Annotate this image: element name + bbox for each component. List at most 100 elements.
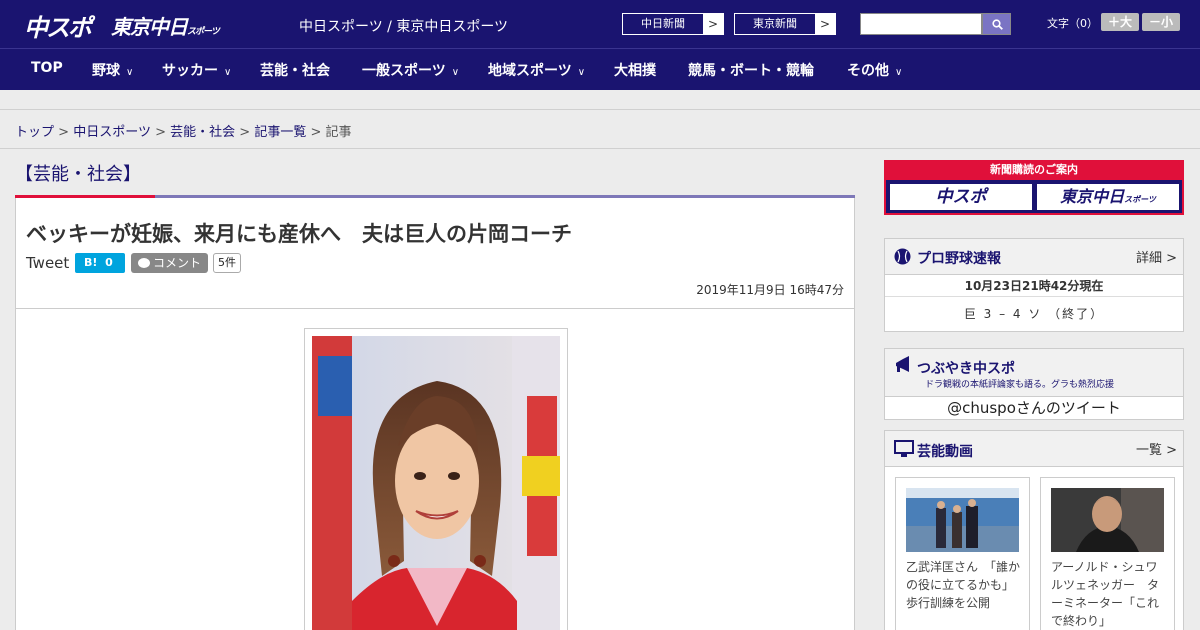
article-divider [16, 308, 854, 309]
tokyo-shimbun-link[interactable]: 東京新聞 > [734, 13, 836, 35]
tsubuyaki-widget-title: つぶやき中スポ [917, 361, 1015, 377]
video-card[interactable]: 乙武洋匡さん 「誰かの役に立てるかも」歩行訓練を公開 [895, 477, 1030, 630]
breadcrumb-separator: > [58, 125, 70, 140]
tokyo-chunichi-subscribe-label: 東京中日 [1060, 187, 1125, 206]
breadcrumb-divider [0, 148, 1200, 149]
nav-item-label: 競馬・ボート・競輪 [688, 63, 814, 79]
top-header: 中スポ 東京中日スポーツ 中日スポーツ / 東京中日スポーツ 中日新聞 > 東京… [0, 0, 1200, 48]
tokyo-chunichi-subscribe-small: スポーツ [1124, 195, 1156, 204]
tokyo-shimbun-label: 東京新聞 [753, 17, 797, 30]
hatena-count: 0 [105, 256, 113, 269]
search-button[interactable] [982, 13, 1011, 35]
site-names: 中日スポーツ / 東京中日スポーツ [299, 19, 509, 35]
nav-item-soccer[interactable]: サッカー ∨ [162, 60, 231, 80]
tokyo-chunichi-logo[interactable]: 東京中日スポーツ [111, 11, 220, 40]
megaphone-icon [896, 356, 909, 372]
subscription-promo-title: 新聞購読のご案内 [886, 160, 1182, 180]
video-card[interactable]: アーノルド・シュワルツェネッガー ターミネーター「これで終わり」 [1040, 477, 1175, 630]
nav-item-baseball[interactable]: 野球 ∨ [92, 60, 133, 80]
chuspo-logo[interactable]: 中スポ [24, 8, 92, 43]
baseball-update-time: 10月23日21時42分現在 [885, 275, 1183, 297]
entertainment-video-widget: 芸能動画 一覧 > 乙武洋匡さん 「誰かの役に立てるかも」歩行訓練を公開 アーノ… [884, 430, 1184, 630]
chevron-down-icon: ∨ [126, 67, 134, 78]
chevron-right-icon: > [815, 14, 835, 34]
tsubuyaki-tweets-link[interactable]: @chuspoさんのツイート [885, 397, 1183, 419]
baseball-icon [894, 248, 911, 265]
video-caption: アーノルド・シュワルツェネッガー ターミネーター「これで終わり」 [1051, 560, 1160, 628]
nav-item-label: 野球 [92, 63, 120, 79]
tweet-button[interactable]: Tweet [26, 254, 69, 272]
chuspo-subscribe-button[interactable]: 中スポ [889, 183, 1033, 211]
baseball-details-link[interactable]: 詳細 > [1136, 247, 1177, 266]
breadcrumb-separator: > [155, 125, 166, 140]
portrait-photo-image [312, 336, 560, 630]
section-heading: 【芸能・社会】 [15, 164, 141, 185]
search-input[interactable] [860, 13, 982, 35]
tokyo-chunichi-subscribe-button[interactable]: 東京中日スポーツ [1036, 183, 1180, 211]
video-thumbnail [906, 488, 1019, 552]
nav-item-label: 大相撲 [614, 63, 656, 79]
nav-item-label: 地域スポーツ [488, 63, 572, 79]
nav-item-label: 一般スポーツ [362, 63, 446, 79]
header-strip [0, 90, 1200, 110]
chevron-down-icon: ∨ [895, 67, 903, 78]
font-size-label: 文字（0） [1047, 17, 1098, 30]
article-photo-frame [304, 328, 568, 630]
hatena-icon: B! [84, 256, 98, 269]
font-smaller-button[interactable]: －小 [1142, 13, 1180, 31]
chevron-down-icon: ∨ [451, 67, 460, 78]
comment-bubble-icon [138, 258, 150, 268]
video-thumbnail-image [1051, 488, 1164, 552]
nav-item-other[interactable]: その他 ∨ [847, 60, 902, 80]
breadcrumb-top[interactable]: トップ [15, 125, 54, 140]
comment-label: コメント [153, 256, 202, 270]
breadcrumb-entertainment[interactable]: 芸能・社会 [170, 125, 235, 140]
nav-item-top[interactable]: TOP [31, 60, 63, 76]
chunichi-shimbun-link[interactable]: 中日新聞 > [622, 13, 724, 35]
video-thumbnail-image [906, 488, 1019, 552]
video-thumbnail [1051, 488, 1164, 552]
main-nav: TOP 野球 ∨ サッカー ∨ 芸能・社会 一般スポーツ ∨ 地域スポーツ ∨ 大相撲 … [0, 48, 1200, 90]
video-widget-title: 芸能動画 [917, 444, 973, 460]
font-larger-button[interactable]: ＋大 [1101, 13, 1139, 31]
video-list-link[interactable]: 一覧 > [1136, 439, 1177, 458]
breadcrumb-current: 記事 [325, 125, 352, 140]
breadcrumb-chunichi-sports[interactable]: 中日スポーツ [73, 125, 151, 140]
nav-item-label: その他 [847, 63, 889, 79]
nav-item-label: TOP [31, 60, 63, 76]
baseball-score[interactable]: 巨 3 – 4 ソ （終了） [885, 297, 1183, 331]
nav-item-sumo[interactable]: 大相撲 [614, 60, 656, 80]
article-date: 2019年11月9日 16時47分 [696, 283, 844, 297]
breadcrumb: トップ > 中日スポーツ > 芸能・社会 > 記事一覧 > 記事 [15, 121, 352, 140]
nav-item-racing[interactable]: 競馬・ボート・競輪 [688, 60, 814, 80]
video-caption: 乙武洋匡さん 「誰かの役に立てるかも」歩行訓練を公開 [906, 560, 1021, 610]
article-photo[interactable] [312, 336, 560, 630]
tsubuyaki-widget-subtitle: ドラ観戦の本紙評論家も語る。グラも熱烈応援 [925, 380, 1115, 390]
tsubuyaki-widget: つぶやき中スポ ドラ観戦の本紙評論家も語る。グラも熱烈応援 @chuspoさんの… [884, 348, 1184, 420]
search-icon [992, 19, 1003, 30]
chevron-down-icon: ∨ [577, 67, 586, 78]
nav-item-label: サッカー [162, 63, 218, 79]
comment-button[interactable]: コメント [131, 253, 208, 273]
chevron-right-icon: > [703, 14, 723, 34]
video-widget-header: 芸能動画 一覧 > [885, 431, 1183, 467]
baseball-widget-title: プロ野球速報 [917, 251, 1001, 267]
breadcrumb-article-list[interactable]: 記事一覧 [254, 125, 306, 140]
breadcrumb-separator: > [310, 125, 322, 140]
chunichi-shimbun-label: 中日新聞 [641, 17, 685, 30]
nav-item-label: 芸能・社会 [260, 63, 330, 79]
nav-item-entertainment[interactable]: 芸能・社会 [260, 60, 330, 80]
baseball-widget: プロ野球速報 詳細 > 10月23日21時42分現在 巨 3 – 4 ソ （終了… [884, 238, 1184, 332]
comment-count[interactable]: 5件 [213, 253, 241, 273]
nav-item-general-sports[interactable]: 一般スポーツ ∨ [362, 60, 459, 80]
tokyo-chunichi-logo-small: スポーツ [187, 27, 220, 37]
tokyo-chunichi-logo-text: 東京中日 [111, 15, 188, 39]
chevron-down-icon: ∨ [224, 67, 232, 78]
nav-item-local-sports[interactable]: 地域スポーツ ∨ [488, 60, 585, 80]
baseball-widget-header: プロ野球速報 詳細 > [885, 239, 1183, 275]
tsubuyaki-widget-header: つぶやき中スポ ドラ観戦の本紙評論家も語る。グラも熱烈応援 [885, 349, 1183, 397]
article-title: ベッキーが妊娠、来月にも産休へ 夫は巨人の片岡コーチ [26, 222, 572, 246]
subscription-promo: 新聞購読のご案内 中スポ 東京中日スポーツ [884, 160, 1184, 215]
hatena-bookmark-button[interactable]: B! 0 [75, 253, 125, 273]
monitor-icon [894, 440, 914, 457]
